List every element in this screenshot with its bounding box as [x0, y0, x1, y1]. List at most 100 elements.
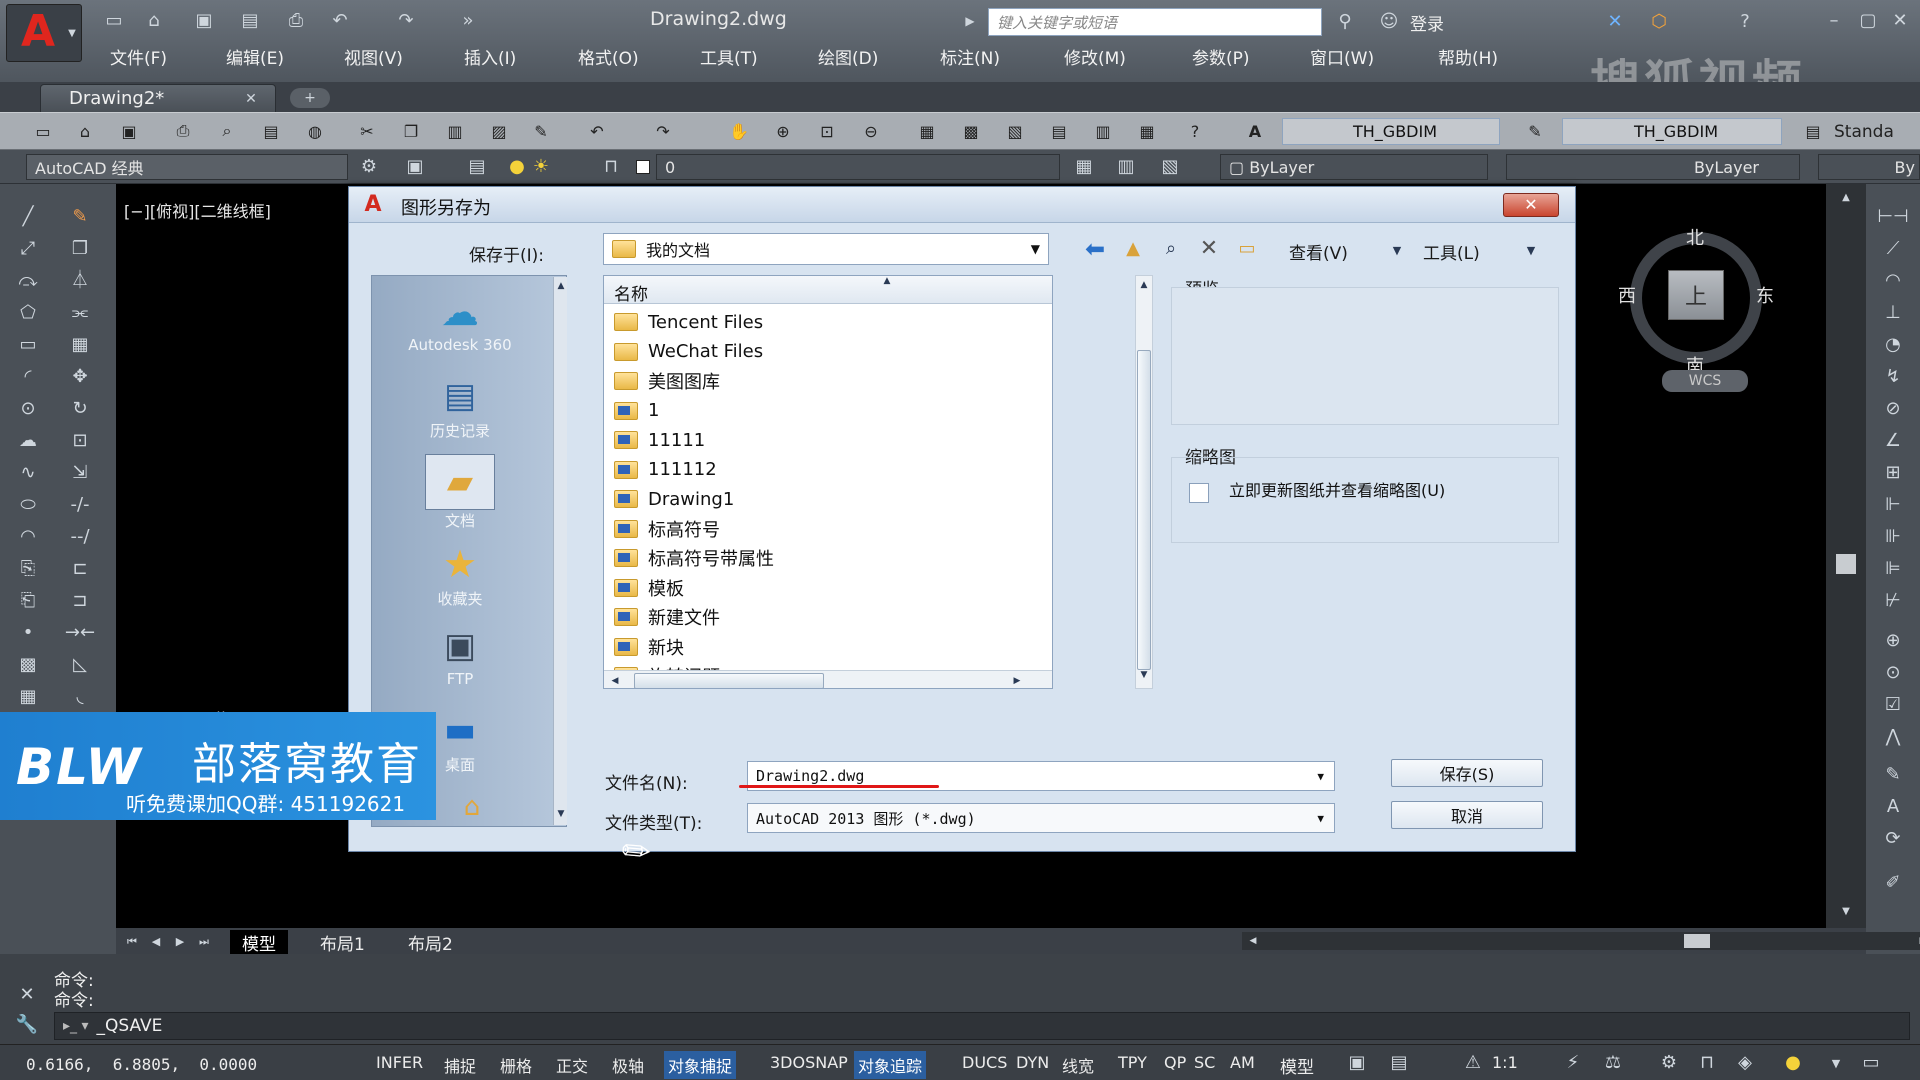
toolbar-lock-icon[interactable]: ⊓	[1694, 1051, 1720, 1075]
ellipse-icon[interactable]: ⬭	[14, 492, 42, 518]
new-folder-icon[interactable]: ▭	[1231, 235, 1263, 263]
ordinate-icon[interactable]: ⊥	[1878, 300, 1908, 326]
back-icon[interactable]: ⬅	[1079, 235, 1111, 263]
circle-icon[interactable]: ⊙	[14, 396, 42, 422]
menu-modify[interactable]: 修改(M)	[1064, 44, 1126, 69]
tab-layout2[interactable]: 布局2	[400, 930, 461, 955]
chamfer-icon[interactable]: ◺	[66, 652, 94, 678]
save-button[interactable]: 保存(S)	[1391, 759, 1543, 787]
rotate-icon[interactable]: ↻	[66, 396, 94, 422]
model-space-button[interactable]: 模型	[1280, 1053, 1314, 1078]
menu-format[interactable]: 格式(O)	[578, 44, 639, 69]
menu-edit[interactable]: 编辑(E)	[226, 44, 284, 69]
quick-view-drawings-icon[interactable]: ▤	[1384, 1051, 1414, 1075]
view-menu[interactable]: 查看(V)	[1289, 239, 1348, 264]
dialog-close-icon[interactable]: ✕	[1503, 193, 1559, 217]
scroll-down-icon[interactable]: ▼	[1836, 904, 1856, 920]
dim-update-icon[interactable]: ⟳	[1878, 826, 1908, 852]
clean-screen-icon[interactable]: ▭	[1856, 1051, 1886, 1075]
maximize-icon[interactable]: ▢	[1856, 8, 1880, 34]
layer-states-icon[interactable]: ▧	[1156, 154, 1184, 180]
break-icon[interactable]: ⊐	[66, 588, 94, 614]
save-icon[interactable]: ▣	[190, 8, 218, 34]
cut-icon[interactable]: ✂	[354, 118, 380, 144]
make-current-layer-icon[interactable]: ▦	[1070, 154, 1098, 180]
copy-icon[interactable]: ❐	[398, 118, 424, 144]
scroll-up-icon[interactable]: ▲	[1137, 278, 1151, 292]
status-toggle[interactable]: 线宽	[1058, 1051, 1098, 1079]
file-row[interactable]: 标高符号带属性	[614, 544, 774, 572]
dim-style-icon[interactable]: ✐	[1878, 870, 1908, 896]
tolerance-icon[interactable]: ⊕	[1878, 628, 1908, 654]
markup-icon[interactable]: ▥	[1090, 118, 1116, 144]
scroll-up-icon[interactable]: ▲	[554, 279, 568, 293]
scroll-left-icon[interactable]: ◀	[608, 673, 622, 688]
calculator-icon[interactable]: ▦	[1134, 118, 1160, 144]
scroll-right-icon[interactable]: ▶	[1010, 673, 1024, 688]
save-icon[interactable]: ▣	[116, 118, 142, 144]
workspace-select[interactable]: AutoCAD 经典	[26, 154, 348, 180]
annotation-scale-icon[interactable]: ⚠	[1460, 1051, 1486, 1075]
up-folder-icon[interactable]: ▲	[1117, 235, 1149, 263]
radius-icon[interactable]: ◔	[1878, 332, 1908, 358]
dim-style-icon[interactable]: ✎	[1522, 118, 1548, 144]
help-icon[interactable]: ?	[1730, 8, 1760, 36]
layer-select[interactable]: 0	[656, 154, 1060, 180]
login-link[interactable]: 登录	[1410, 10, 1444, 35]
quick-dim-icon[interactable]: ⊞	[1878, 460, 1908, 486]
line-icon[interactable]: ╱	[14, 204, 42, 230]
spline-icon[interactable]: ∿	[14, 460, 42, 486]
update-thumbnail-checkbox[interactable]	[1189, 483, 1209, 503]
scroll-thumb[interactable]	[1836, 554, 1856, 574]
tab-layout1[interactable]: 布局1	[312, 930, 373, 955]
sheet-set-icon[interactable]: ▤	[1046, 118, 1072, 144]
menu-draw[interactable]: 绘图(D)	[818, 44, 878, 69]
scale-icon[interactable]: ⊡	[66, 428, 94, 454]
status-toggle[interactable]: TPY	[1114, 1051, 1151, 1074]
last-tab-icon[interactable]: ⏭	[194, 932, 214, 950]
compass-east[interactable]: 东	[1756, 282, 1774, 308]
arc-length-icon[interactable]: ◠	[1878, 268, 1908, 294]
compass-west[interactable]: 西	[1618, 282, 1636, 308]
new-icon[interactable]: ▭	[30, 118, 56, 144]
menu-insert[interactable]: 插入(I)	[464, 44, 516, 69]
dim-space-icon[interactable]: ⊫	[1878, 556, 1908, 582]
menu-view[interactable]: 视图(V)	[344, 44, 403, 69]
delete-icon[interactable]: ✕	[1193, 235, 1225, 263]
file-list-hscrollbar[interactable]: ◀ ▶	[604, 670, 1052, 688]
undo-icon[interactable]: ↶	[584, 118, 610, 144]
place-ftp[interactable]: ▣ FTP	[372, 622, 548, 688]
copy-object-icon[interactable]: ❐	[66, 236, 94, 262]
arc-icon[interactable]: ◜	[14, 364, 42, 390]
paste-icon[interactable]: ▥	[442, 118, 468, 144]
prev-tab-icon[interactable]: ◀	[146, 932, 166, 950]
rectangle-icon[interactable]: ▭	[14, 332, 42, 358]
status-toggle[interactable]: 正交	[552, 1051, 592, 1079]
hscroll-thumb[interactable]	[1684, 934, 1710, 948]
scroll-right-icon[interactable]: ▶	[1916, 934, 1920, 948]
file-row[interactable]: 新块	[614, 633, 684, 661]
layer-previous-icon[interactable]: ▥	[1112, 154, 1140, 180]
mirror-icon[interactable]: ⏃	[66, 268, 94, 294]
more-icon[interactable]: »	[458, 8, 478, 34]
menu-file[interactable]: 文件(F)	[110, 44, 167, 69]
tools-menu[interactable]: 工具(L)	[1423, 239, 1480, 264]
vertical-scrollbar[interactable]: ▲ ▼	[1826, 184, 1866, 928]
inspect-icon[interactable]: ☑	[1878, 692, 1908, 718]
status-toggle[interactable]: 对象捕捉	[664, 1051, 737, 1079]
aligned-dim-icon[interactable]: ⟋	[1878, 236, 1908, 262]
table-style-select[interactable]: Standa	[1834, 122, 1894, 142]
file-list[interactable]: 名称 ▲ Tencent Files WeChat Files 美图图库 1 11111…	[603, 275, 1053, 689]
zoom-realtime-icon[interactable]: ⊕	[770, 118, 796, 144]
viewport-label[interactable]: [−][俯视][二维线框]	[124, 198, 271, 222]
close-command-icon[interactable]: ✕	[16, 984, 38, 1006]
join-icon[interactable]: →←	[65, 620, 95, 646]
redo-icon[interactable]: ↷	[392, 8, 420, 34]
file-list-vscrollbar[interactable]: ▲ ▼	[1135, 275, 1153, 689]
angular-icon[interactable]: ∠	[1878, 428, 1908, 454]
status-toggle[interactable]: 极轴	[608, 1051, 648, 1079]
text-style-select[interactable]: TH_GBDIM	[1282, 118, 1500, 145]
plot-icon[interactable]: ⎙	[170, 118, 196, 144]
table-style-icon[interactable]: ▤	[1800, 118, 1826, 144]
gear-icon[interactable]: ⚙	[356, 154, 382, 180]
